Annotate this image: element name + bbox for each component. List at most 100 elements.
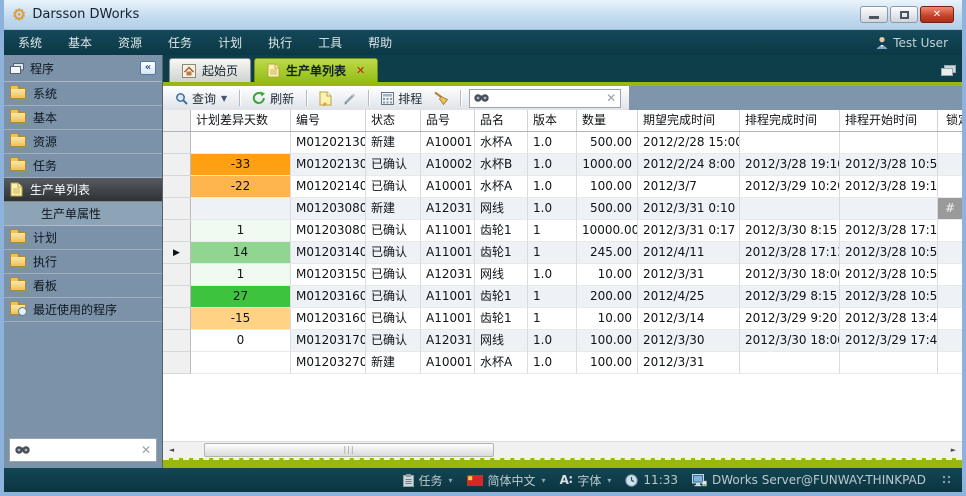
table-row[interactable]: M012030801新建A12031网线1.0500.002012/3/31 0… bbox=[163, 198, 962, 220]
sidebar-item[interactable]: 最近使用的程序 bbox=[4, 298, 162, 322]
menu-item[interactable]: 任务 bbox=[168, 34, 192, 51]
row-indicator-cell bbox=[163, 286, 191, 308]
schedule-button[interactable]: 排程 bbox=[377, 89, 426, 108]
table-row[interactable]: -15M012031602已确认A11001齿轮1110.002012/3/14… bbox=[163, 308, 962, 330]
menu-item[interactable]: 资源 bbox=[118, 34, 142, 51]
grid-body: M012021301新建A10001水杯A1.0500.002012/2/28 … bbox=[163, 132, 962, 374]
window-list-icon[interactable] bbox=[941, 65, 956, 76]
query-button[interactable]: 查询 ▼ bbox=[171, 89, 231, 108]
sidebar-item[interactable]: 生产单列表 bbox=[4, 178, 162, 202]
column-header[interactable]: 数量 bbox=[577, 110, 638, 131]
horizontal-scrollbar: ◄ ||| ► bbox=[163, 441, 962, 458]
sidebar-item[interactable]: 执行 bbox=[4, 250, 162, 274]
cell-expect: 2012/4/25 bbox=[638, 286, 740, 308]
clean-button[interactable] bbox=[429, 90, 452, 106]
table-row[interactable]: 0M012031701已确认A12031网线1.0100.002012/3/30… bbox=[163, 330, 962, 352]
toolbar-search-clear-icon[interactable]: ✕ bbox=[606, 92, 616, 104]
maximize-button[interactable] bbox=[890, 6, 918, 23]
cell-item_name: 网线 bbox=[475, 198, 528, 220]
row-indicator-cell bbox=[163, 352, 191, 374]
edit-button[interactable] bbox=[339, 91, 360, 106]
table-row[interactable]: 27M012031601已确认A11001齿轮11200.002012/4/25… bbox=[163, 286, 962, 308]
close-button[interactable]: ✕ bbox=[920, 6, 954, 23]
sidebar-search-clear-icon[interactable]: ✕ bbox=[141, 444, 151, 456]
menu-item[interactable]: 基本 bbox=[68, 34, 92, 51]
sidebar-item[interactable]: 计划 bbox=[4, 226, 162, 250]
cell-item_no: A12031 bbox=[421, 330, 475, 352]
cell-extra bbox=[938, 176, 962, 198]
refresh-button[interactable]: 刷新 bbox=[248, 89, 298, 108]
column-header[interactable]: 排程完成时间 bbox=[740, 110, 840, 131]
new-button[interactable] bbox=[315, 90, 336, 107]
page-icon bbox=[10, 182, 23, 197]
scrollbar-track[interactable]: ||| bbox=[180, 442, 945, 458]
task-menu[interactable]: 任务 ▾ bbox=[403, 472, 453, 489]
schedule-label: 排程 bbox=[398, 90, 422, 107]
table-row[interactable]: M012021301新建A10001水杯A1.0500.002012/2/28 … bbox=[163, 132, 962, 154]
table-row[interactable]: -33M012021302已确认A10002水杯B1.01000.002012/… bbox=[163, 154, 962, 176]
sidebar-item[interactable]: 任务 bbox=[4, 154, 162, 178]
cell-no: M012032701 bbox=[291, 352, 366, 374]
cell-no: M012031602 bbox=[291, 308, 366, 330]
tab[interactable]: 生产单列表✕ bbox=[254, 58, 378, 82]
column-header[interactable]: 计划差异天数 bbox=[191, 110, 291, 131]
broom-icon bbox=[433, 91, 448, 105]
row-indicator-cell bbox=[163, 264, 191, 286]
menu-item[interactable]: 帮助 bbox=[368, 34, 392, 51]
menu-item[interactable]: 系统 bbox=[18, 34, 42, 51]
scrollbar-thumb[interactable]: ||| bbox=[204, 443, 494, 457]
cell-version: 1 bbox=[528, 286, 577, 308]
column-header[interactable]: 排程开始时间 bbox=[840, 110, 938, 131]
user-menu[interactable]: Test User bbox=[876, 36, 948, 50]
column-header[interactable]: 锁定 bbox=[938, 110, 962, 131]
table-row[interactable]: -22M012021401已确认A10001水杯A1.0100.002012/3… bbox=[163, 176, 962, 198]
column-header[interactable]: 品号 bbox=[421, 110, 475, 131]
menu-item[interactable]: 工具 bbox=[318, 34, 342, 51]
cell-item_name: 齿轮1 bbox=[475, 286, 528, 308]
cell-no: M012031601 bbox=[291, 286, 366, 308]
tab-strip: 起始页生产单列表✕ bbox=[163, 55, 962, 82]
row-indicator-cell bbox=[163, 176, 191, 198]
table-row[interactable]: 1M012031501已确认A12031网线1.010.002012/3/312… bbox=[163, 264, 962, 286]
cell-no: M012021301 bbox=[291, 132, 366, 154]
resize-grip[interactable] bbox=[942, 475, 952, 485]
sidebar-collapse-button[interactable]: « bbox=[140, 61, 156, 75]
table-row[interactable]: 1M012030802已确认A11001齿轮1110000.002012/3/3… bbox=[163, 220, 962, 242]
table-row[interactable]: ▶14M012031402已确认A11001齿轮11245.002012/4/1… bbox=[163, 242, 962, 264]
sidebar-item[interactable]: 生产单属性 bbox=[4, 202, 162, 226]
sidebar-item[interactable]: 系统 bbox=[4, 82, 162, 106]
menu-item[interactable]: 执行 bbox=[268, 34, 292, 51]
cell-item_no: A10001 bbox=[421, 176, 475, 198]
maximize-icon bbox=[900, 11, 909, 19]
column-header[interactable]: 状态 bbox=[366, 110, 421, 131]
minimize-button[interactable] bbox=[860, 6, 888, 23]
tab-close-icon[interactable]: ✕ bbox=[356, 64, 365, 77]
toolbar-search-input[interactable] bbox=[493, 91, 602, 105]
font-icon: A∶ bbox=[560, 473, 573, 487]
column-header[interactable]: 期望完成时间 bbox=[638, 110, 740, 131]
scroll-right-button[interactable]: ► bbox=[945, 442, 962, 458]
font-menu[interactable]: A∶ 字体 ▾ bbox=[560, 472, 612, 489]
menu-bar: 系统 基本 资源 任务 计划 执行 工具 帮助 Test User bbox=[4, 30, 962, 55]
toolbar-inner: 查询 ▼ 刷新 bbox=[163, 86, 629, 110]
column-header[interactable]: 版本 bbox=[528, 110, 577, 131]
sidebar-item[interactable]: 看板 bbox=[4, 274, 162, 298]
sidebar-item[interactable]: 基本 bbox=[4, 106, 162, 130]
window-title: Darsson DWorks bbox=[32, 7, 139, 22]
sidebar-search-input[interactable] bbox=[34, 443, 137, 457]
sidebar-item[interactable]: 资源 bbox=[4, 130, 162, 154]
menu-item[interactable]: 计划 bbox=[218, 34, 242, 51]
tab[interactable]: 起始页 bbox=[169, 58, 251, 82]
column-header[interactable]: 编号 bbox=[291, 110, 366, 131]
window-controls: ✕ bbox=[860, 6, 954, 23]
table-row[interactable]: M012032701新建A10001水杯A1.0100.002012/3/31 bbox=[163, 352, 962, 374]
sidebar-item-label: 生产单列表 bbox=[30, 181, 90, 198]
cell-qty: 245.00 bbox=[577, 242, 638, 264]
query-dropdown-icon[interactable]: ▼ bbox=[221, 94, 227, 103]
scroll-left-button[interactable]: ◄ bbox=[163, 442, 180, 458]
language-menu[interactable]: 简体中文 ▾ bbox=[467, 472, 546, 489]
folder-icon bbox=[10, 280, 26, 291]
cell-diff bbox=[191, 352, 291, 374]
cell-sched_start: 2012/3/28 10:52 bbox=[840, 264, 938, 286]
column-header[interactable]: 品名 bbox=[475, 110, 528, 131]
